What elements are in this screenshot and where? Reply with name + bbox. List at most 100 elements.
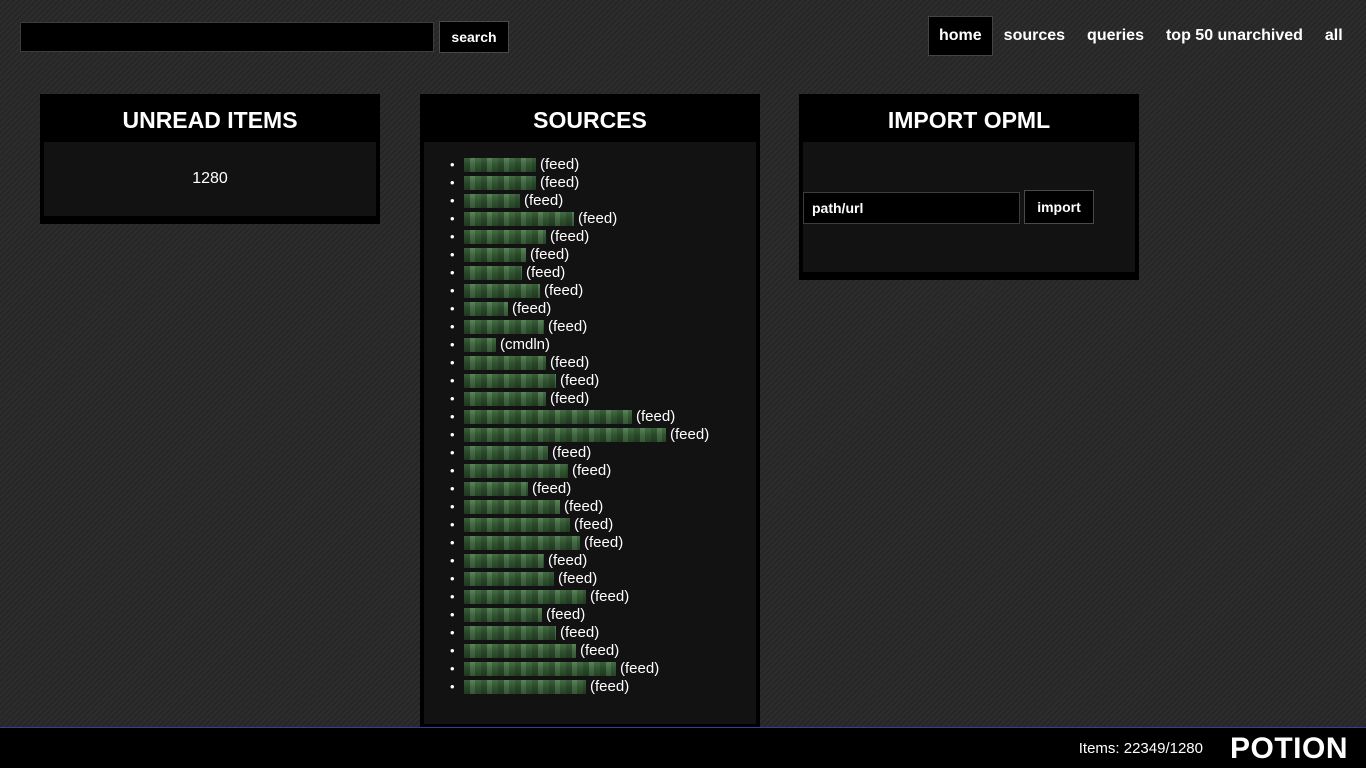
nav-home-link[interactable]: home bbox=[928, 16, 993, 56]
source-item[interactable]: • (feed) bbox=[450, 372, 756, 390]
bullet-icon: • bbox=[450, 247, 455, 262]
bullet-icon: • bbox=[450, 319, 455, 334]
source-item[interactable]: • (feed) bbox=[450, 642, 756, 660]
bullet-icon: • bbox=[450, 499, 455, 514]
top-nav: home sources queries top 50 unarchived a… bbox=[928, 16, 1354, 56]
source-item[interactable]: • (feed) bbox=[450, 264, 756, 282]
source-item[interactable]: • (feed) bbox=[450, 426, 756, 444]
source-name-redacted[interactable] bbox=[464, 320, 544, 334]
source-name-redacted[interactable] bbox=[464, 590, 586, 604]
source-item[interactable]: • (feed) bbox=[450, 408, 756, 426]
source-name-redacted[interactable] bbox=[464, 212, 574, 226]
nav-top50-link[interactable]: top 50 unarchived bbox=[1155, 16, 1314, 56]
source-name-redacted[interactable] bbox=[464, 338, 496, 352]
source-item[interactable]: • (feed) bbox=[450, 246, 756, 264]
source-name-redacted[interactable] bbox=[464, 446, 548, 460]
source-name-redacted[interactable] bbox=[464, 158, 536, 172]
import-opml-panel: IMPORT OPML import bbox=[799, 94, 1139, 280]
bullet-icon: • bbox=[450, 373, 455, 388]
source-item[interactable]: • (cmdln) bbox=[450, 336, 756, 354]
brand-logo: POTION bbox=[1229, 732, 1348, 765]
source-name-redacted[interactable] bbox=[464, 410, 632, 424]
nav-sources-link[interactable]: sources bbox=[993, 16, 1076, 56]
bullet-icon: • bbox=[450, 445, 455, 460]
source-name-redacted[interactable] bbox=[464, 356, 546, 370]
bullet-icon: • bbox=[450, 355, 455, 370]
source-type-label: (feed) bbox=[578, 210, 618, 227]
source-item[interactable]: • (feed) bbox=[450, 678, 756, 696]
source-item[interactable]: • (feed) bbox=[450, 498, 756, 516]
source-name-redacted[interactable] bbox=[464, 284, 540, 298]
nav-queries-link[interactable]: queries bbox=[1076, 16, 1155, 56]
source-type-label: (feed) bbox=[544, 282, 584, 299]
source-type-label: (feed) bbox=[580, 642, 620, 659]
source-name-redacted[interactable] bbox=[464, 266, 522, 280]
nav-all-link[interactable]: all bbox=[1314, 16, 1354, 56]
opml-path-input[interactable] bbox=[803, 192, 1020, 224]
unread-items-body: 1280 bbox=[44, 142, 376, 216]
source-name-redacted[interactable] bbox=[464, 626, 556, 640]
source-name-redacted[interactable] bbox=[464, 500, 560, 514]
import-opml-body: import bbox=[803, 142, 1135, 272]
bullet-icon: • bbox=[450, 301, 455, 316]
source-name-redacted[interactable] bbox=[464, 194, 520, 208]
source-item[interactable]: • (feed) bbox=[450, 282, 756, 300]
search-button[interactable]: search bbox=[439, 21, 509, 53]
source-item[interactable]: • (feed) bbox=[450, 318, 756, 336]
bullet-icon: • bbox=[450, 427, 455, 442]
source-name-redacted[interactable] bbox=[464, 572, 554, 586]
source-item[interactable]: • (feed) bbox=[450, 570, 756, 588]
items-count: Items: 22349/1280 bbox=[1078, 740, 1203, 757]
source-name-redacted[interactable] bbox=[464, 608, 542, 622]
bullet-icon: • bbox=[450, 463, 455, 478]
footer: Items: 22349/1280 POTION bbox=[0, 727, 1366, 768]
source-item[interactable]: • (feed) bbox=[450, 660, 756, 678]
source-type-label: (feed) bbox=[572, 462, 612, 479]
source-item[interactable]: • (feed) bbox=[450, 552, 756, 570]
source-name-redacted[interactable] bbox=[464, 230, 546, 244]
source-item[interactable]: • (feed) bbox=[450, 174, 756, 192]
import-button[interactable]: import bbox=[1024, 190, 1094, 224]
source-item[interactable]: • (feed) bbox=[450, 588, 756, 606]
bullet-icon: • bbox=[450, 553, 455, 568]
source-item[interactable]: • (feed) bbox=[450, 516, 756, 534]
source-name-redacted[interactable] bbox=[464, 248, 526, 262]
source-item[interactable]: • (feed) bbox=[450, 480, 756, 498]
source-name-redacted[interactable] bbox=[464, 464, 568, 478]
source-type-label: (feed) bbox=[574, 516, 614, 533]
source-type-label: (cmdln) bbox=[500, 336, 551, 353]
source-name-redacted[interactable] bbox=[464, 644, 576, 658]
source-type-label: (feed) bbox=[550, 228, 590, 245]
source-name-redacted[interactable] bbox=[464, 428, 666, 442]
source-item[interactable]: • (feed) bbox=[450, 300, 756, 318]
source-item[interactable]: • (feed) bbox=[450, 606, 756, 624]
source-item[interactable]: • (feed) bbox=[450, 390, 756, 408]
source-type-label: (feed) bbox=[546, 606, 586, 623]
source-item[interactable]: • (feed) bbox=[450, 156, 756, 174]
source-item[interactable]: • (feed) bbox=[450, 624, 756, 642]
source-name-redacted[interactable] bbox=[464, 302, 508, 316]
source-name-redacted[interactable] bbox=[464, 536, 580, 550]
sources-title: SOURCES bbox=[424, 98, 756, 142]
source-item[interactable]: • (feed) bbox=[450, 228, 756, 246]
search-input[interactable] bbox=[20, 22, 434, 52]
source-item[interactable]: • (feed) bbox=[450, 210, 756, 228]
source-item[interactable]: • (feed) bbox=[450, 354, 756, 372]
source-name-redacted[interactable] bbox=[464, 554, 544, 568]
bullet-icon: • bbox=[450, 175, 455, 190]
source-name-redacted[interactable] bbox=[464, 374, 556, 388]
source-type-label: (feed) bbox=[560, 624, 600, 641]
source-name-redacted[interactable] bbox=[464, 518, 570, 532]
source-name-redacted[interactable] bbox=[464, 392, 546, 406]
source-item[interactable]: • (feed) bbox=[450, 444, 756, 462]
source-item[interactable]: • (feed) bbox=[450, 462, 756, 480]
source-type-label: (feed) bbox=[552, 444, 592, 461]
bullet-icon: • bbox=[450, 211, 455, 226]
source-type-label: (feed) bbox=[636, 408, 676, 425]
source-name-redacted[interactable] bbox=[464, 662, 616, 676]
source-name-redacted[interactable] bbox=[464, 482, 528, 496]
source-name-redacted[interactable] bbox=[464, 176, 536, 190]
source-item[interactable]: • (feed) bbox=[450, 534, 756, 552]
source-item[interactable]: • (feed) bbox=[450, 192, 756, 210]
source-name-redacted[interactable] bbox=[464, 680, 586, 694]
